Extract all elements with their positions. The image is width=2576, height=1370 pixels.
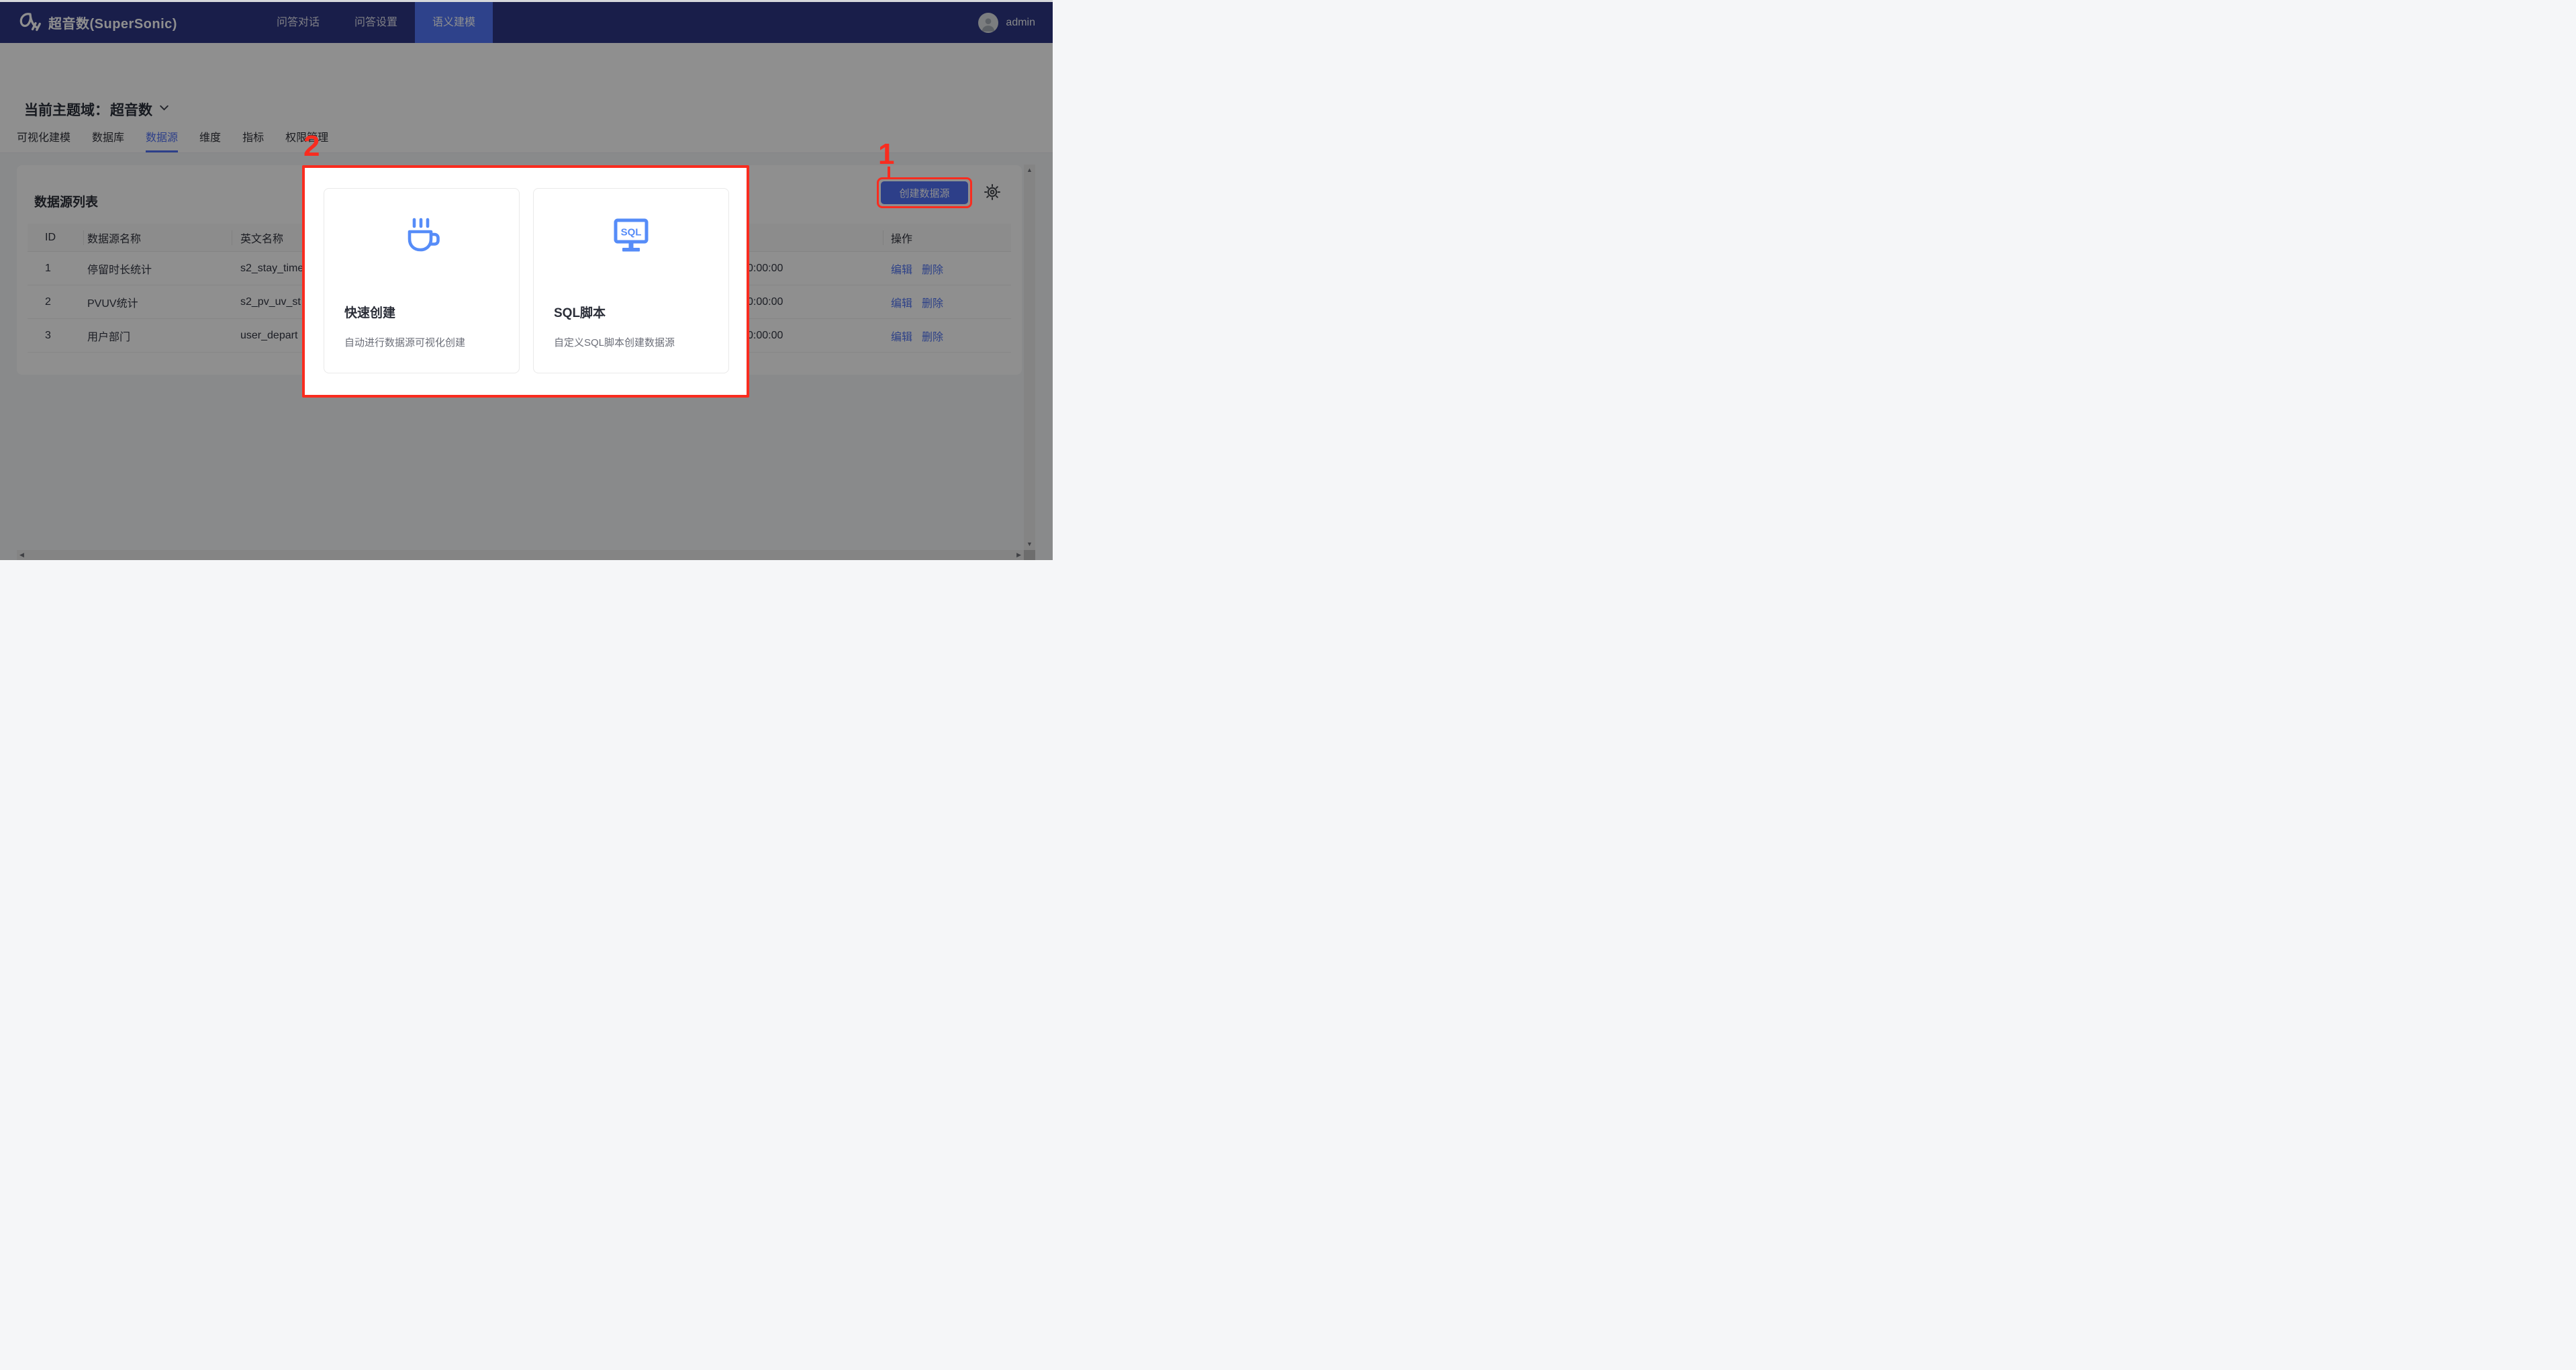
quick-create-title: 快速创建 — [344, 303, 395, 321]
quick-create-card[interactable]: 快速创建 自动进行数据源可视化创建 — [324, 188, 520, 373]
svg-text:SQL: SQL — [621, 227, 642, 238]
annotation-step-1: 1 — [878, 140, 894, 169]
annotation-box-create-button — [877, 177, 972, 208]
sql-script-card[interactable]: SQL SQL脚本 自定义SQL脚本创建数据源 — [533, 188, 729, 373]
sql-script-desc: 自定义SQL脚本创建数据源 — [554, 335, 675, 349]
create-datasource-modal: 快速创建 自动进行数据源可视化创建 SQL SQL脚本 自定义SQL脚本创建数据… — [302, 165, 749, 398]
coffee-icon — [400, 217, 443, 261]
window-top-strip — [0, 0, 1053, 2]
sql-script-title: SQL脚本 — [554, 303, 606, 321]
quick-create-desc: 自动进行数据源可视化创建 — [344, 335, 465, 349]
annotation-step-2: 2 — [303, 132, 320, 161]
sql-monitor-icon: SQL — [610, 217, 653, 261]
